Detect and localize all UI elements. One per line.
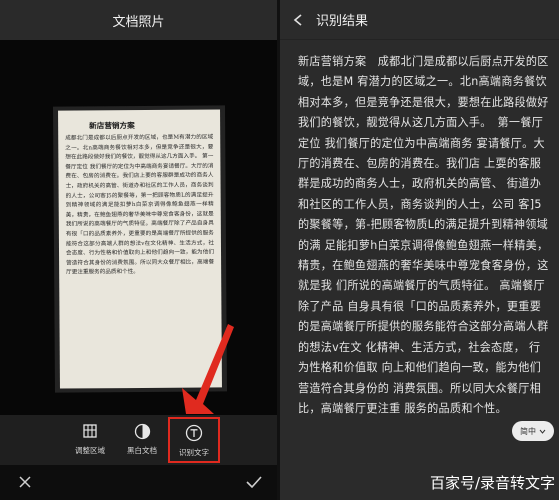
recognized-text[interactable]: 新店营销方案 成都北门是成都以后厨点开发的区域，也是M 宥潜力的区域之一。北n高…: [298, 52, 550, 419]
text-t-icon: [184, 423, 204, 443]
watermark-text: 百家号/录音转文字: [430, 474, 556, 492]
recognize-text-button[interactable]: 识别文字: [168, 417, 220, 463]
chevron-left-icon[interactable]: [292, 13, 304, 27]
close-icon[interactable]: [16, 473, 34, 491]
edit-toolbar: 调整区域 黑白文档 识别文字: [0, 415, 277, 465]
check-icon[interactable]: [244, 473, 264, 491]
result-header: 识别结果: [280, 0, 559, 40]
recognize-text-label: 识别文字: [179, 448, 209, 457]
paper-title: 新店营销方案: [89, 121, 135, 131]
chevron-down-icon: [539, 429, 546, 434]
adjust-area-button[interactable]: 调整区域: [64, 415, 116, 465]
document-photo-header: 文档照片: [0, 0, 277, 40]
crop-grid-icon: [80, 421, 100, 441]
language-label: 简中: [520, 426, 536, 436]
recognition-result-pane: 识别结果 新店营销方案 成都北门是成都以后厨点开发的区域，也是M 宥潜力的区域之…: [280, 0, 559, 500]
bottom-action-bar: [0, 465, 277, 500]
result-title: 识别结果: [316, 14, 369, 29]
bw-document-label: 黑白文档: [127, 446, 157, 455]
document-photo-title: 文档照片: [112, 14, 165, 30]
adjust-area-label: 调整区域: [75, 446, 105, 455]
paper-body: 成都北门是成都以后厨点开发的区域，也是M有潜力的区域之一。北n高端商务餐饮相对本…: [65, 134, 215, 276]
red-arrow-annotation: [182, 324, 234, 414]
bw-document-button[interactable]: 黑白文档: [116, 415, 168, 465]
document-photo-pane: 文档照片 新店营销方案 成都北门是成都以后厨点开发的区域，也是M有潜力的区域之一…: [0, 0, 277, 500]
half-circle-icon: [132, 421, 152, 441]
language-select-button[interactable]: 简中: [512, 421, 554, 441]
